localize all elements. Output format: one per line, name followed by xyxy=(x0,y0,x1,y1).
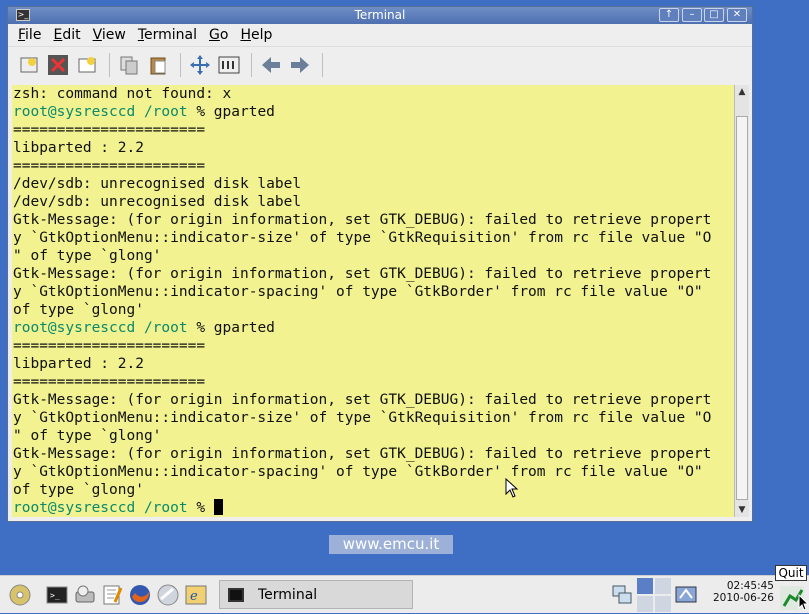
new-window-icon[interactable] xyxy=(74,53,100,77)
terminal-line: y `GtkOptionMenu::indicator-spacing' of … xyxy=(13,284,703,300)
terminal-line: /dev/sdb: unrecognised disk label xyxy=(13,176,302,192)
menu-edit[interactable]: Edit xyxy=(47,27,86,43)
clock[interactable]: 02:45:45 2010-06-26 xyxy=(712,580,774,604)
terminal-line: root@sysresccd /root % gparted xyxy=(12,319,734,337)
terminal-icon[interactable]: >_ xyxy=(46,584,68,606)
terminal-line: ====================== xyxy=(13,338,206,354)
fullscreen-icon[interactable] xyxy=(187,53,213,77)
terminal-line: of type `glong' xyxy=(13,482,144,498)
terminal-line: zsh: command not found: x xyxy=(13,86,232,102)
cd-icon[interactable] xyxy=(9,584,31,606)
paste-icon[interactable] xyxy=(145,53,171,77)
toolbar xyxy=(8,46,752,83)
terminal-line: y `GtkOptionMenu::indicator-spacing' of … xyxy=(13,464,703,480)
toolbar-separator xyxy=(251,53,252,77)
menu-view[interactable]: View xyxy=(87,27,132,43)
mouse-pointer-icon xyxy=(505,478,519,498)
terminal-line: Gtk-Message: (for origin information, se… xyxy=(13,392,712,408)
prompt-user: root@sysresccd /root xyxy=(13,500,188,516)
terminal-line: libparted : 2.2 xyxy=(13,140,144,156)
up-icon[interactable]: ↑ xyxy=(659,8,679,22)
text-editor-icon[interactable] xyxy=(101,584,123,606)
terminal-line: ====================== xyxy=(13,122,206,138)
taskbar-item-terminal[interactable]: Terminal xyxy=(219,580,413,609)
prompt-command: % gparted xyxy=(187,104,275,120)
svg-text:>_: >_ xyxy=(50,591,60,600)
taskbar: >_ e Terminal 02:45:45 2010-06-26 xyxy=(0,575,809,613)
terminal-line: " of type `glong' xyxy=(13,428,162,444)
menu-bar: File Edit View Terminal Go Help xyxy=(8,24,752,46)
terminal-line: of type `glong' xyxy=(13,302,144,318)
browser-icon[interactable] xyxy=(157,584,179,606)
terminal-line: libparted : 2.2 xyxy=(13,356,144,372)
watermark: www.emcu.it xyxy=(329,535,453,554)
menu-terminal[interactable]: Terminal xyxy=(132,27,203,43)
prompt-command: % xyxy=(187,500,214,516)
clock-date: 2010-06-26 xyxy=(712,592,774,604)
terminal-line: root@sysresccd /root % xyxy=(12,499,734,517)
toolbar-separator xyxy=(180,53,181,77)
workspace-2[interactable] xyxy=(655,578,671,594)
minimize-icon[interactable]: – xyxy=(682,8,702,22)
new-tab-icon[interactable] xyxy=(16,53,42,77)
prompt-user: root@sysresccd /root xyxy=(13,104,188,120)
toolbar-separator xyxy=(322,53,323,77)
mouse-pointer-icon xyxy=(798,594,809,611)
terminal-line: Gtk-Message: (for origin information, se… xyxy=(13,212,712,228)
maximize-icon[interactable]: □ xyxy=(704,8,724,22)
terminal-line: Gtk-Message: (for origin information, se… xyxy=(13,266,712,282)
disk-tool-icon[interactable] xyxy=(74,584,96,606)
scroll-up-icon[interactable]: ▲ xyxy=(735,85,749,99)
ie-icon[interactable]: e xyxy=(185,584,207,606)
terminal-task-icon xyxy=(228,587,244,602)
terminal-line: root@sysresccd /root % gparted xyxy=(12,103,734,121)
terminal-output[interactable]: zsh: command not found: x root@sysresccd … xyxy=(12,85,734,517)
clock-time: 02:45:45 xyxy=(726,580,774,592)
taskbar-item-label: Terminal xyxy=(258,586,318,603)
menu-file[interactable]: File xyxy=(12,27,47,43)
terminal-line: /dev/sdb: unrecognised disk label xyxy=(13,194,302,210)
window-title: Terminal xyxy=(354,8,406,22)
close-icon[interactable]: ✕ xyxy=(727,8,747,22)
workspace-switcher[interactable] xyxy=(637,578,671,612)
tray-app-icon[interactable] xyxy=(675,584,697,606)
firefox-icon[interactable] xyxy=(129,584,151,606)
quit-tooltip: Quit xyxy=(775,565,807,581)
prompt-command: % gparted xyxy=(187,320,275,336)
terminal-line: Gtk-Message: (for origin information, se… xyxy=(13,446,712,462)
copy-icon[interactable] xyxy=(116,53,142,77)
title-bar[interactable]: >_ Terminal ↑ – □ ✕ xyxy=(8,7,752,24)
prompt-user: root@sysresccd /root xyxy=(13,320,188,336)
svg-text:e: e xyxy=(190,589,198,604)
back-icon[interactable] xyxy=(258,53,284,77)
terminal-line: y `GtkOptionMenu::indicator-size' of typ… xyxy=(13,230,712,246)
scroll-down-icon[interactable]: ▼ xyxy=(735,503,749,517)
terminal-line: y `GtkOptionMenu::indicator-size' of typ… xyxy=(13,410,712,426)
toolbar-separator xyxy=(109,53,110,77)
terminal-window: >_ Terminal ↑ – □ ✕ File Edit View Termi… xyxy=(7,6,753,522)
text-cursor xyxy=(213,499,223,515)
workspace-1[interactable] xyxy=(637,578,653,594)
terminal-line: " of type `glong' xyxy=(13,248,162,264)
vertical-scrollbar[interactable]: ▲ ▼ xyxy=(734,85,749,517)
network-icon[interactable] xyxy=(611,584,633,606)
close-tab-icon[interactable] xyxy=(45,53,71,77)
menu-help[interactable]: Help xyxy=(234,27,278,43)
preferences-icon[interactable] xyxy=(216,53,242,77)
forward-icon[interactable] xyxy=(287,53,313,77)
workspace-4[interactable] xyxy=(655,596,671,612)
workspace-3[interactable] xyxy=(637,596,653,612)
scroll-thumb[interactable] xyxy=(736,116,748,500)
menu-go[interactable]: Go xyxy=(203,27,234,43)
terminal-line: ====================== xyxy=(13,158,206,174)
terminal-line: ====================== xyxy=(13,374,206,390)
